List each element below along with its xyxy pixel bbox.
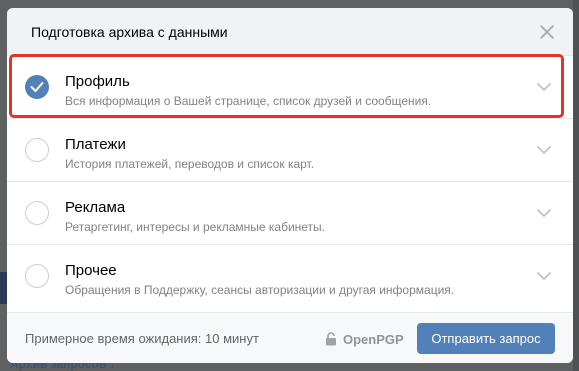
option-ads-checkbox[interactable] (25, 201, 49, 225)
option-other[interactable]: Прочее Обращения в Поддержку, сеансы авт… (7, 245, 573, 308)
option-ads[interactable]: Реклама Ретаргетинг, интересы и рекламны… (7, 182, 573, 245)
chevron-down-icon[interactable] (537, 83, 551, 91)
option-description: Ретаргетинг, интересы и рекламные кабине… (65, 220, 326, 234)
data-category-list: Профиль Вся информация о Вашей странице,… (7, 56, 573, 308)
background-scroll-edge (573, 0, 579, 371)
option-title: Профиль (65, 73, 130, 90)
submit-request-button[interactable]: Отправить запрос (417, 323, 555, 354)
option-profile-checkbox[interactable] (25, 75, 49, 99)
option-title: Прочее (65, 262, 117, 279)
background-page-block (0, 272, 7, 304)
option-title: Реклама (65, 199, 126, 216)
option-description: Обращения в Поддержку, сеансы авторизаци… (65, 283, 455, 297)
chevron-down-icon[interactable] (537, 209, 551, 217)
checkmark-icon (30, 82, 44, 92)
option-profile[interactable]: Профиль Вся информация о Вашей странице,… (7, 56, 573, 119)
openpgp-label: OpenPGP (343, 331, 404, 347)
option-payments-checkbox[interactable] (25, 138, 49, 162)
lock-icon (326, 332, 336, 346)
option-other-checkbox[interactable] (25, 264, 49, 288)
close-button[interactable] (537, 22, 557, 42)
option-description: История платежей, переводов и список кар… (65, 157, 315, 171)
modal-title: Подготовка архива с данными (31, 24, 228, 40)
modal-header: Подготовка архива с данными (7, 8, 573, 56)
chevron-down-icon[interactable] (537, 146, 551, 154)
option-payments[interactable]: Платежи История платежей, переводов и сп… (7, 119, 573, 182)
chevron-down-icon[interactable] (537, 272, 551, 280)
modal-footer: Примерное время ожидания: 10 минут OpenP… (7, 312, 573, 363)
close-icon (540, 25, 554, 39)
openpgp-toggle[interactable]: OpenPGP (325, 330, 404, 348)
option-description: Вся информация о Вашей странице, список … (65, 94, 432, 108)
option-title: Платежи (65, 136, 126, 153)
export-data-modal: Подготовка архива с данными Профиль Вся … (7, 8, 573, 363)
estimated-wait-text: Примерное время ожидания: 10 минут (25, 331, 259, 346)
